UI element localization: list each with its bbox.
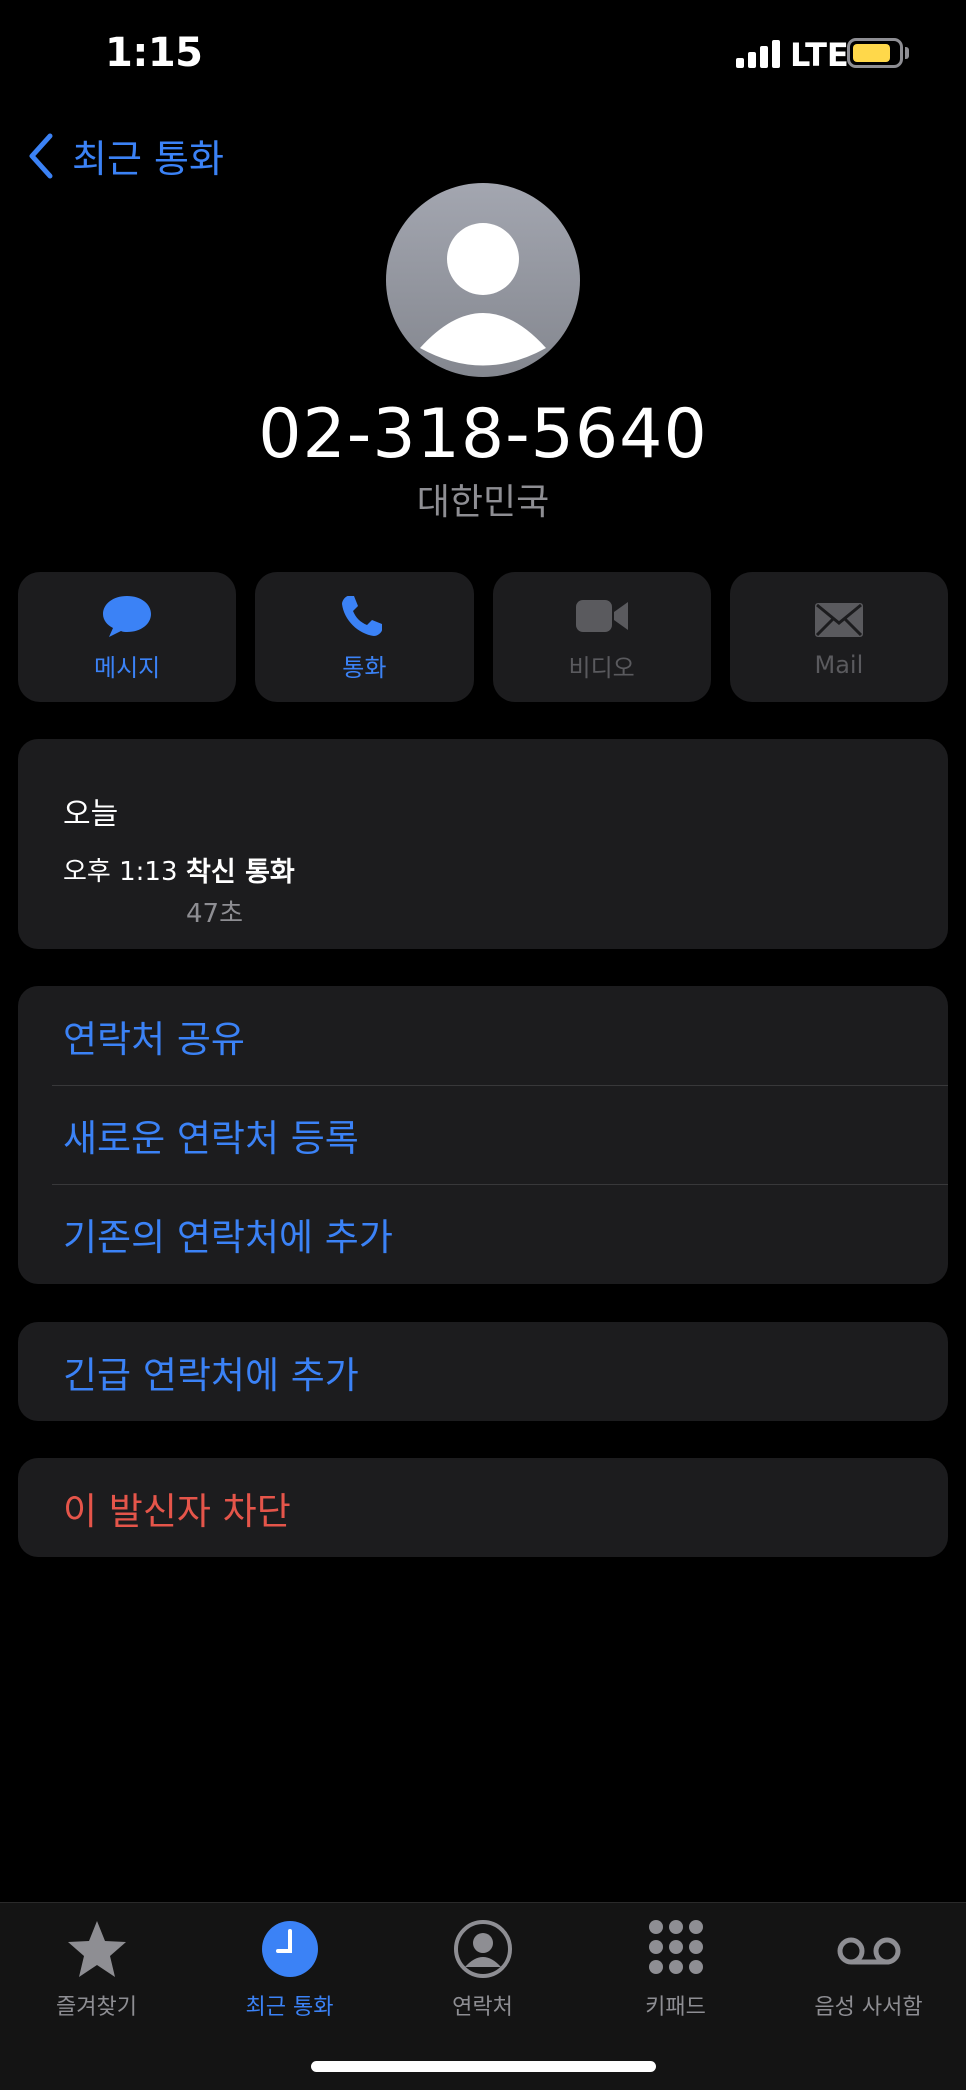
history-day: 오늘 (63, 797, 119, 832)
tab-favorites-label: 즐겨찾기 (56, 1995, 137, 2020)
message-label: 메시지 (94, 653, 161, 682)
video-button[interactable]: 비디오 (492, 572, 711, 702)
tab-voicemail[interactable]: 음성 사서함 (772, 1917, 965, 2021)
tab-keypad-label: 키패드 (645, 1995, 706, 2020)
country-label: 대한민국 (416, 482, 550, 523)
phone-icon (342, 595, 383, 636)
network-type: LTE (790, 36, 849, 74)
history-time: 오후 1:13 (63, 857, 178, 887)
tab-recents[interactable]: 최근 통화 (193, 1917, 386, 2021)
share-contact-button[interactable]: 연락처 공유 (18, 986, 948, 1085)
back-label: 최근 통화 (72, 137, 224, 181)
call-label: 통화 (342, 653, 387, 682)
keypad-icon (648, 1920, 703, 1974)
video-icon (575, 599, 628, 632)
signal-icon (736, 40, 780, 68)
call-history-card: 오늘 오후 1:13 착신 통화 47초 (18, 739, 948, 949)
tab-contacts-label: 연락처 (452, 1995, 513, 2020)
tab-contacts[interactable]: 연락처 (386, 1917, 579, 2021)
add-to-existing-contact-button[interactable]: 기존의 연락처에 추가 (18, 1184, 948, 1283)
battery-tip (905, 47, 909, 59)
clock-icon (261, 1921, 318, 1977)
tab-recents-label: 최근 통화 (245, 1995, 334, 2020)
block-caller-button[interactable]: 이 발신자 차단 (18, 1458, 948, 1557)
message-button[interactable]: 메시지 (18, 572, 237, 702)
message-icon (103, 595, 152, 637)
history-call-type: 착신 통화 (186, 857, 295, 888)
star-icon (67, 1921, 126, 1977)
create-new-contact-button[interactable]: 새로운 연락처 등록 (18, 1085, 948, 1184)
chevron-left-icon (29, 133, 53, 178)
tab-favorites[interactable]: 즐겨찾기 (0, 1917, 193, 2021)
action-buttons: 메시지 통화 비디오 Mail (18, 572, 948, 702)
avatar (386, 183, 580, 377)
status-time: 1:15 (105, 30, 203, 76)
tab-voicemail-label: 음성 사서함 (814, 1995, 923, 2020)
add-emergency-contact-button[interactable]: 긴급 연락처에 추가 (18, 1322, 948, 1421)
call-button[interactable]: 통화 (255, 572, 474, 702)
phone-number: 02-318-5640 (258, 395, 708, 474)
home-indicator (311, 2061, 656, 2072)
back-button[interactable]: 최근 통화 (26, 128, 224, 183)
mail-icon (814, 603, 863, 637)
person-circle-icon (453, 1920, 512, 1978)
battery-icon (847, 38, 903, 68)
person-silhouette-icon (420, 223, 546, 366)
voicemail-icon (837, 1937, 900, 1965)
video-label: 비디오 (568, 653, 635, 682)
mail-label: Mail (814, 651, 864, 679)
history-duration: 47초 (186, 899, 244, 929)
contact-options-list: 연락처 공유 새로운 연락처 등록 기존의 연락처에 추가 (18, 986, 948, 1284)
mail-button[interactable]: Mail (729, 572, 948, 702)
tab-keypad[interactable]: 키패드 (579, 1917, 772, 2021)
